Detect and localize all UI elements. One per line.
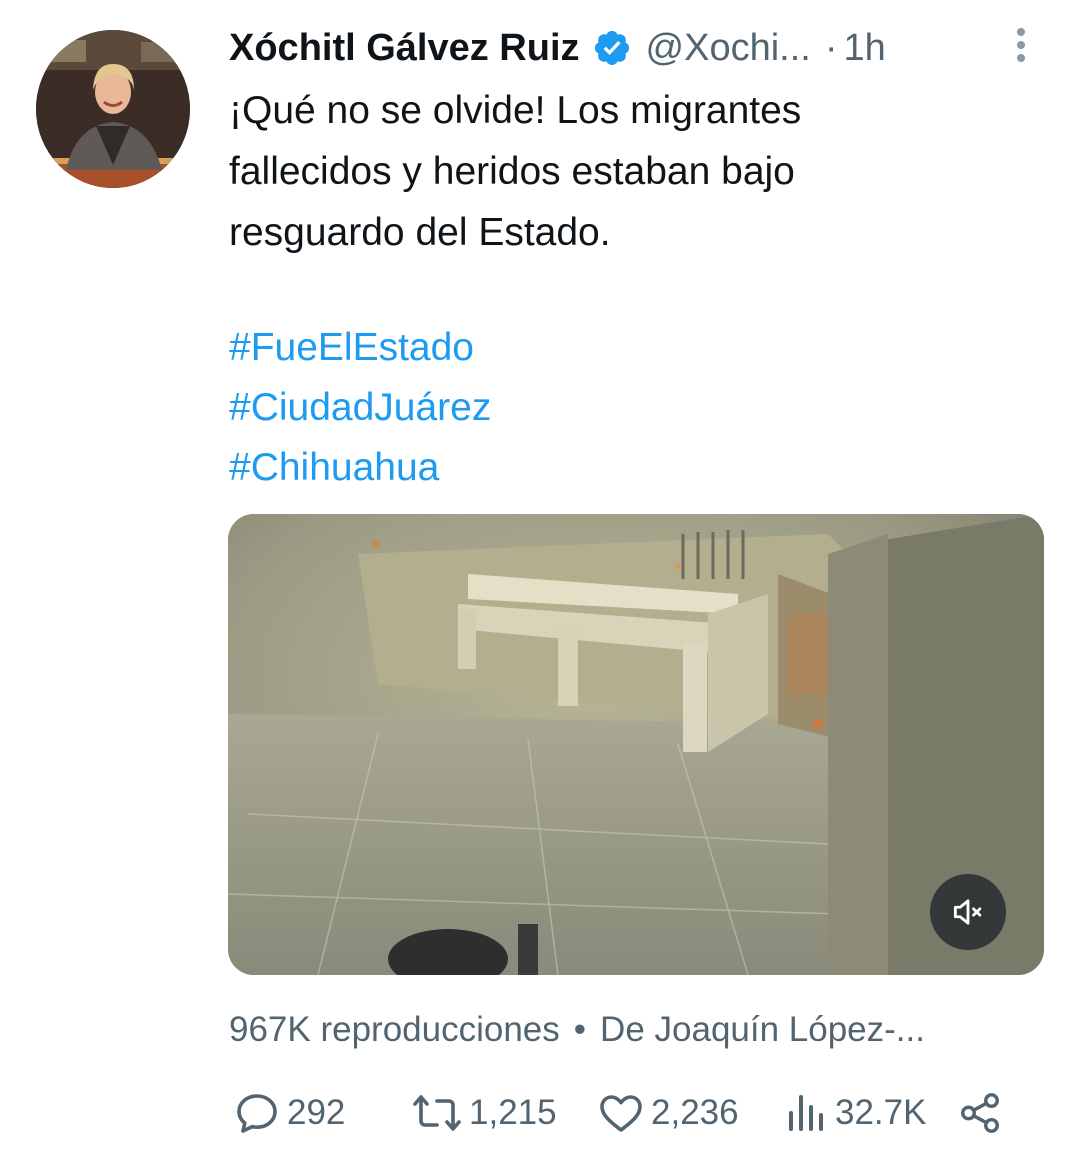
tweet-timestamp[interactable]: 1h [844, 22, 886, 74]
mute-button[interactable] [930, 874, 1006, 950]
tweet-text: ¡Qué no se olvide! Los migrantes falleci… [229, 89, 802, 254]
hashtag-list: #FueElEstado #CiudadJuárez #Chihuahua [229, 318, 491, 498]
more-options-icon[interactable] [1010, 28, 1032, 68]
media-meta: 967K reproducciones • De Joaquín López-... [229, 1004, 925, 1056]
views-icon [789, 1095, 823, 1131]
reply-count: 292 [287, 1093, 346, 1132]
media-source-link[interactable]: De Joaquín López-... [600, 1010, 925, 1049]
avatar-image [36, 30, 190, 188]
like-icon [600, 1095, 642, 1132]
avatar[interactable] [36, 30, 190, 188]
header-separator: · [824, 27, 838, 69]
views-count: 32.7K [835, 1093, 927, 1132]
view-count-text: 967K reproducciones [229, 1010, 560, 1049]
reply-button[interactable]: 292 [233, 1085, 345, 1141]
author-display-name[interactable]: Xóchitl Gálvez Ruiz [229, 22, 580, 74]
author-handle[interactable]: @Xochi... [646, 22, 811, 74]
views-button[interactable]: 32.7K [785, 1085, 926, 1141]
share-icon [961, 1093, 999, 1133]
meta-separator: • [573, 1010, 587, 1049]
hashtag-link[interactable]: #Chihuahua [229, 438, 491, 498]
retweet-icon [413, 1095, 461, 1131]
verified-badge-icon [592, 28, 632, 68]
video-player[interactable] [228, 514, 1044, 975]
hashtag-link[interactable]: #FueElEstado [229, 318, 491, 378]
retweet-button[interactable]: 1,215 [411, 1085, 557, 1141]
tweet-action-bar: 292 1,215 2,236 32.7K [233, 1085, 1023, 1141]
video-frame [228, 514, 1044, 975]
reply-icon [237, 1094, 277, 1133]
tweet-header: Xóchitl Gálvez Ruiz @Xochi... · 1h [229, 22, 886, 74]
like-count: 2,236 [651, 1093, 739, 1132]
speaker-muted-icon [953, 899, 982, 925]
share-button[interactable] [957, 1085, 1003, 1141]
hashtag-link[interactable]: #CiudadJuárez [229, 378, 491, 438]
like-button[interactable]: 2,236 [597, 1085, 739, 1141]
retweet-count: 1,215 [469, 1093, 557, 1132]
